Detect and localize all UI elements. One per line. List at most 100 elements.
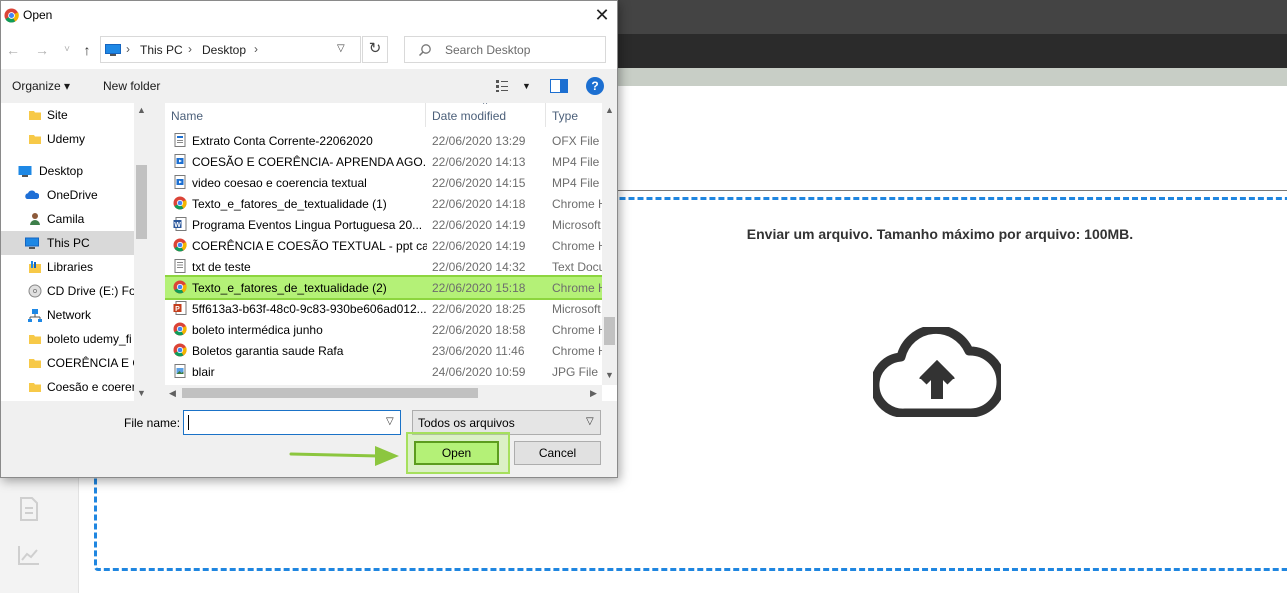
breadcrumb-this-pc[interactable]: This PC	[140, 43, 183, 57]
file-date: 22/06/2020 18:25	[432, 302, 526, 316]
file-list-scroll-thumb[interactable]	[604, 317, 615, 345]
file-type: Microsoft	[552, 218, 601, 232]
file-date: 23/06/2020 11:46	[432, 344, 525, 358]
file-list-vscrollbar[interactable]: ▲ ▼	[602, 103, 617, 385]
nav-item-this-pc[interactable]: This PC	[1, 231, 135, 255]
chevron-down-icon[interactable]: ▽	[386, 416, 394, 427]
file-date: 22/06/2020 14:18	[432, 197, 526, 211]
column-header-name[interactable]: Name	[171, 109, 203, 123]
nav-item-udemy[interactable]: Udemy	[1, 127, 135, 151]
chart-icon[interactable]	[17, 542, 41, 568]
file-name: 5ff613a3-b63f-48c0-9c83-930be606ad012...	[192, 302, 427, 316]
nav-pane-scrollbar[interactable]: ▲ ▼	[134, 103, 149, 401]
dialog-title: Open	[23, 8, 53, 22]
file-name: COERÊNCIA E COESÃO TEXTUAL - ppt ca...	[192, 239, 427, 253]
chrome-icon	[173, 343, 187, 357]
nav-item-libraries[interactable]: Libraries	[1, 255, 135, 279]
file-name-input[interactable]: ▽	[183, 410, 401, 435]
preview-pane-icon[interactable]	[550, 79, 568, 93]
breadcrumb-desktop[interactable]: Desktop	[202, 43, 246, 57]
nav-pane-scroll-thumb[interactable]	[136, 165, 147, 239]
column-header-type[interactable]: Type	[552, 109, 578, 123]
file-date: 22/06/2020 14:19	[432, 218, 526, 232]
cd-drive-icon	[28, 284, 42, 298]
new-folder-button[interactable]: New folder	[103, 79, 160, 93]
nav-item-network[interactable]: Network	[1, 303, 135, 327]
scroll-left-arrow[interactable]: ◀	[165, 386, 180, 401]
file-row[interactable]: W Programa Eventos Lingua Portuguesa 20..…	[165, 214, 602, 235]
file-row[interactable]: txt de teste 22/06/2020 14:32 Text Docu	[165, 256, 602, 277]
up-button[interactable]: ↑	[78, 40, 96, 60]
computer-icon	[105, 44, 121, 56]
recent-locations-button[interactable]: ˅	[58, 40, 76, 60]
chrome-icon	[173, 196, 187, 210]
file-row[interactable]: Boletos garantia saude Rafa 23/06/2020 11…	[165, 340, 602, 361]
file-list-hscroll-thumb[interactable]	[182, 388, 478, 398]
file-list: Name Date modified ^ Type Extrato Conta …	[165, 103, 617, 401]
chevron-down-icon[interactable]: ▼	[522, 81, 531, 91]
file-row[interactable]: COERÊNCIA E COESÃO TEXTUAL - ppt ca... 22…	[165, 235, 602, 256]
document-icon[interactable]	[17, 496, 41, 522]
file-row[interactable]: Extrato Conta Corrente-22062020 22/06/202…	[165, 130, 602, 151]
nav-item-onedrive[interactable]: OneDrive	[1, 183, 135, 207]
file-type: Chrome H	[552, 323, 602, 337]
scroll-down-arrow[interactable]: ▼	[602, 368, 617, 383]
video-icon	[174, 175, 186, 189]
refresh-button[interactable]: ↻	[362, 36, 388, 63]
file-type: JPG File	[552, 365, 599, 379]
nav-item-boleto-udemy[interactable]: boleto udemy_fi	[1, 327, 135, 351]
help-button[interactable]: ?	[586, 77, 604, 95]
cancel-button[interactable]: Cancel	[514, 441, 601, 465]
open-button[interactable]: Open	[414, 441, 499, 465]
file-row[interactable]: P 5ff613a3-b63f-48c0-9c83-930be606ad012..…	[165, 298, 602, 319]
chevron-right-icon: ›	[126, 42, 130, 56]
file-row[interactable]: blair 24/06/2020 10:59 JPG File	[165, 361, 602, 382]
chevron-down-icon[interactable]: ▽	[337, 43, 345, 54]
scroll-down-arrow[interactable]: ▼	[134, 386, 149, 401]
file-name: Texto_e_fatores_de_textualidade (2)	[192, 281, 387, 295]
nav-item-desktop[interactable]: Desktop	[1, 159, 135, 183]
dialog-toolbar: Organize ▾ New folder ▼ ?	[1, 69, 617, 103]
powerpoint-icon: P	[173, 301, 187, 315]
close-button[interactable]: ✕	[591, 5, 613, 27]
video-icon	[174, 154, 186, 168]
organize-menu[interactable]: Organize ▾	[12, 79, 70, 93]
computer-icon	[25, 237, 39, 249]
back-button[interactable]: ←	[4, 40, 22, 60]
folder-icon	[29, 359, 41, 368]
nav-item-coerencia[interactable]: COERÊNCIA E CO	[1, 351, 135, 375]
file-name: boleto intermédica junho	[192, 323, 323, 337]
file-row[interactable]: video coesao e coerencia textual 22/06/20…	[165, 172, 602, 193]
nav-item-camila[interactable]: Camila	[1, 207, 135, 231]
cloud-upload-icon[interactable]	[873, 327, 1001, 417]
file-date: 22/06/2020 14:19	[432, 239, 526, 253]
chevron-right-icon: ›	[188, 42, 192, 56]
file-date: 22/06/2020 13:29	[432, 134, 526, 148]
onedrive-icon	[25, 190, 39, 199]
dialog-titlebar: Open ✕	[1, 1, 617, 31]
scroll-right-arrow[interactable]: ▶	[586, 386, 601, 401]
nav-item-coesao[interactable]: Coesão e coeren	[1, 375, 135, 399]
file-row[interactable]: boleto intermédica junho 22/06/2020 18:58…	[165, 319, 602, 340]
file-row[interactable]: Texto_e_fatores_de_textualidade (1) 22/06…	[165, 193, 602, 214]
address-bar[interactable]: › This PC › Desktop › ▽	[100, 36, 361, 63]
file-row[interactable]: COESÃO E COERÊNCIA- APRENDA AGO... 22/06/…	[165, 151, 602, 172]
nav-item-cd-drive[interactable]: CD Drive (E:) Foc	[1, 279, 135, 303]
nav-item-site[interactable]: Site	[1, 103, 135, 127]
chrome-icon	[4, 8, 19, 23]
search-input[interactable]: Search Desktop	[404, 36, 606, 63]
scroll-up-arrow[interactable]: ▲	[602, 103, 617, 118]
file-type: Microsoft	[552, 302, 601, 316]
file-date: 22/06/2020 18:58	[432, 323, 526, 337]
folder-icon	[29, 383, 41, 392]
upload-instructions: Enviar um arquivo. Tamanho máximo por ar…	[746, 226, 1134, 242]
column-header-date[interactable]: Date modified	[432, 109, 506, 123]
forward-button[interactable]: →	[33, 40, 51, 60]
text-file-icon	[174, 259, 186, 273]
divider	[617, 190, 1287, 191]
chrome-icon	[173, 322, 187, 336]
file-row-selected[interactable]: Texto_e_fatores_de_textualidade (2) 22/06…	[165, 275, 604, 300]
file-list-hscrollbar[interactable]: ◀ ▶	[165, 385, 602, 401]
scroll-up-arrow[interactable]: ▲	[134, 103, 149, 118]
view-options-icon[interactable]	[495, 79, 515, 93]
